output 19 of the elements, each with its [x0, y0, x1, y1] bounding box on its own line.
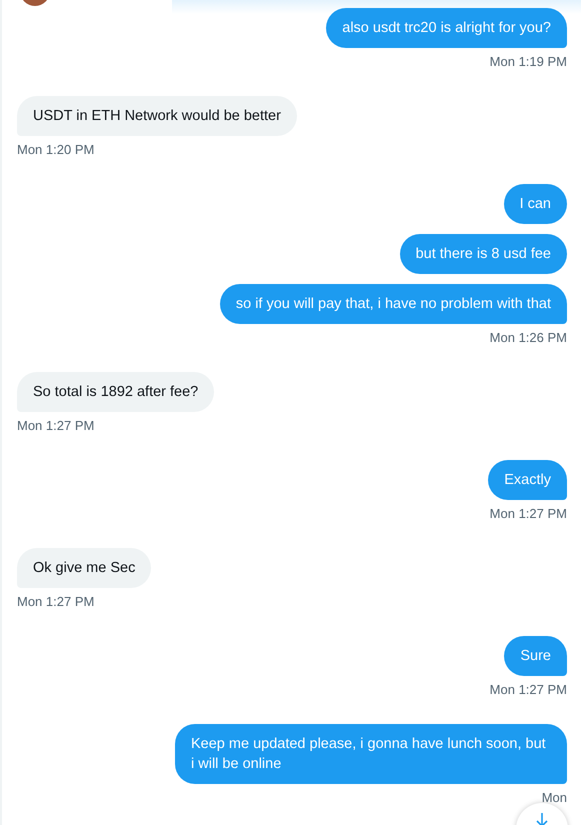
- message-time: Mon 1:27 PM: [17, 594, 94, 610]
- message-bubble: I can: [504, 184, 567, 224]
- message-bubble: Keep me updated please, i gonna have lunch soon, but i will be online: [175, 724, 567, 784]
- message-time: Mon 1:27 PM: [490, 506, 567, 522]
- message-bubble: but there is 8 usd fee: [400, 234, 567, 274]
- message-bubble: Ok give me Sec: [17, 548, 152, 588]
- message-time: Mon 1:20 PM: [17, 142, 94, 158]
- message-time: Mon 1:26 PM: [490, 330, 567, 346]
- message-bubble: Sure: [504, 636, 567, 676]
- message-time: Mon: [542, 790, 567, 806]
- message-time: Mon 1:27 PM: [490, 682, 567, 698]
- message-bubble: also usdt trc20 is alright for you?: [326, 8, 567, 48]
- message-time: Mon 1:19 PM: [490, 54, 567, 70]
- message-bubble: So total is 1892 after fee?: [17, 372, 214, 412]
- message-bubble: Exactly: [488, 460, 567, 500]
- message-bubble: USDT in ETH Network would be better: [17, 96, 297, 136]
- message-bubble: so if you will pay that, i have no problem with that: [220, 284, 567, 324]
- message-time: Mon 1:27 PM: [17, 418, 94, 434]
- arrow-down-icon: [535, 812, 549, 825]
